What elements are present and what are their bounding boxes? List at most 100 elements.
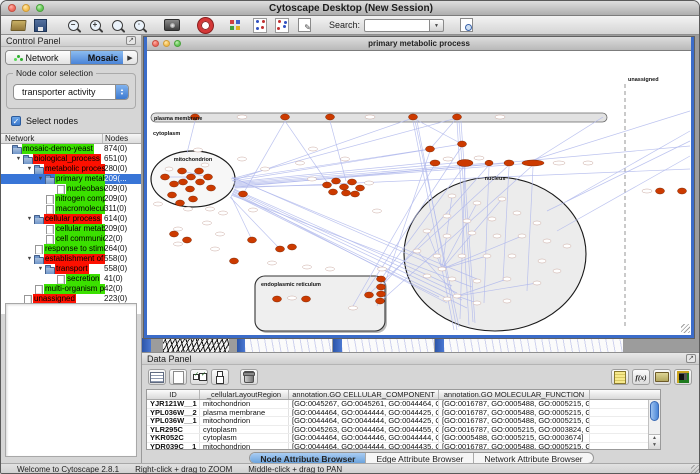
tab-node-attribute-browser[interactable]: Node Attribute Browser [250,453,366,463]
table-row[interactable]: YJR121W__1 mitochondrion [GO:0045267, GO… [147,400,648,409]
expander-icon[interactable]: ▼ [14,154,23,164]
network-desktop: primary metabolic process [142,35,700,352]
float-panel-icon[interactable] [126,36,136,45]
tab-overflow-button[interactable]: ▶ [123,51,137,64]
layout-button-1[interactable] [249,17,271,34]
unselect-all-attributes-button[interactable] [211,369,229,385]
select-all-attributes-button[interactable] [190,369,208,385]
tree-label: cellular process [44,214,102,224]
network-tree: mosaic-demo-yeast 874(0) ▼ biological_pr… [1,144,141,314]
zoom-fit-button[interactable] [106,17,128,34]
tree-node-icon [56,185,66,194]
node-color-selection-group: Node color selection transporter activit… [6,73,136,109]
cell-molecular-function: [GO:0016787, GO:0005488, GO:0005215, G..… [439,400,590,408]
create-attribute-button[interactable] [169,369,187,385]
tree-label: nucleobase- [66,184,105,194]
plasma-membrane-region[interactable] [151,113,607,122]
tree-row[interactable]: ▼ cellular process 614(0) [1,214,141,224]
annotation-button[interactable] [293,17,315,34]
expander-icon[interactable]: ▼ [36,264,45,274]
tree-label: multi-organism pro [44,284,105,294]
tree-label: cell communicat [55,234,105,244]
birdseye-view[interactable] [5,303,137,457]
table-row[interactable]: YPL036W__1 mitochondrion [GO:0044464, GO… [147,417,648,426]
tree-row[interactable]: macromolecule 311(0) [1,204,141,214]
function-builder-button[interactable] [632,369,650,385]
tab-network[interactable]: Network [6,51,71,64]
tree-node-icon [34,255,44,264]
tree-label: transport [55,264,89,274]
tree-row[interactable]: nucleobase- 209(0) [1,184,141,194]
select-nodes-checkbox[interactable] [11,116,21,126]
network-canvas[interactable]: plasma membrane cytoplasm mitochondrion … [147,51,691,334]
tree-row[interactable]: nitrogen compo 209(0) [1,194,141,204]
import-attributes-button[interactable] [653,369,671,385]
tree-row[interactable]: ▼ metabolic process 280(0) [1,164,141,174]
table-row[interactable]: YLR295C cytoplasm [GO:0045263, GO:004446… [147,426,648,435]
delete-attribute-button[interactable] [240,369,258,385]
select-stepper-icon[interactable] [115,85,128,99]
save-session-button[interactable] [29,17,51,34]
tree-node-icon [45,225,55,234]
zoom-in-button[interactable] [84,17,106,34]
tree-row[interactable]: cellular metabo 209(0) [1,224,141,234]
tree-node-count: 209(0) [104,224,127,234]
cell-id: YLR295C [147,426,200,434]
tree-row[interactable]: ▼ biological_process 651(0) [1,154,141,164]
tree-row[interactable]: ▼ transport 558(0) [1,264,141,274]
column-header-cellular-component[interactable]: annotation.GO CELLULAR_COMPONENT [289,390,439,399]
table-row[interactable]: YKR052C cytoplasm [GO:0044464, GO:004444… [147,434,648,443]
advanced-search-button[interactable] [455,17,477,34]
scrollbar-arrows[interactable]: ▲▼ [649,434,660,449]
background-window-fragment [435,338,444,352]
column-header-molecular-function[interactable]: annotation.GO MOLECULAR_FUNCTION [439,390,590,399]
snapshot-button[interactable] [161,17,183,34]
zoom-selected-button[interactable] [128,17,150,34]
column-header-id[interactable]: ID [147,390,200,399]
tree-row[interactable]: response to stimulu 264(0) [1,244,141,254]
tree-node-count: 651(0) [104,154,127,164]
select-attributes-button[interactable] [148,369,166,385]
node-color-select[interactable]: transporter activity [13,84,129,100]
tree-node-count: 558(0) [104,254,127,264]
open-session-button[interactable] [7,17,29,34]
cytoplasm-label: cytoplasm [153,131,180,137]
layout-button-2[interactable] [271,17,293,34]
tree-row[interactable]: multi-organism pro 42(0) [1,284,141,294]
tree-node-count: 874(0) [104,144,127,154]
cell-region: plasma membrane [200,409,289,417]
expander-icon[interactable]: ▼ [36,174,45,184]
table-row[interactable]: YDR039C__1 mitochondrion [GO:0044464, GO… [147,443,648,450]
tab-edge-attribute-browser[interactable]: Edge Attribute Browser [366,453,474,463]
float-panel-icon[interactable] [686,354,696,363]
scrollbar-thumb[interactable] [650,401,659,421]
attribute-batch-editor-button[interactable] [611,369,629,385]
tree-column-network[interactable]: Network [1,134,103,143]
tree-row[interactable]: ▼ primary metabol 209(... [1,174,141,184]
tree-row[interactable]: ▼ establishment of lo 558(0) [1,254,141,264]
help-button[interactable] [194,17,216,34]
tree-node-count: 41(0) [104,274,123,284]
vizmapper-button[interactable] [227,17,249,34]
tree-node-icon [12,145,22,154]
expander-icon[interactable]: ▼ [25,254,34,264]
search-input[interactable] [364,19,430,32]
nucleus-region[interactable] [404,177,586,331]
column-header-region[interactable]: _cellularLayoutRegion [200,390,289,399]
tree-row[interactable]: mosaic-demo-yeast 874(0) [1,144,141,154]
tab-network-attribute-browser[interactable]: Network Attribute Browser [474,453,592,463]
network-window-titlebar[interactable]: primary metabolic process [147,37,691,51]
expander-icon[interactable]: ▼ [25,214,34,224]
attribute-matrix-button[interactable] [674,369,692,385]
tree-row[interactable]: secretion 41(0) [1,274,141,284]
tree-column-nodes[interactable]: Nodes [103,134,141,143]
expander-icon[interactable]: ▼ [25,164,34,174]
cell-molecular-function: [GO:0016787, GO:0005488, GO:0005215, G..… [439,443,590,450]
tree-node-icon [45,265,55,274]
search-dropdown-icon[interactable]: ▼ [430,19,444,32]
zoom-out-button[interactable] [62,17,84,34]
table-scrollbar[interactable]: ▲▼ [648,400,660,449]
table-row[interactable]: YPL036W__2 plasma membrane [GO:0044464, … [147,409,648,418]
select-nodes-label: Select nodes [26,116,78,126]
tree-row[interactable]: cell communicat 22(0) [1,234,141,244]
